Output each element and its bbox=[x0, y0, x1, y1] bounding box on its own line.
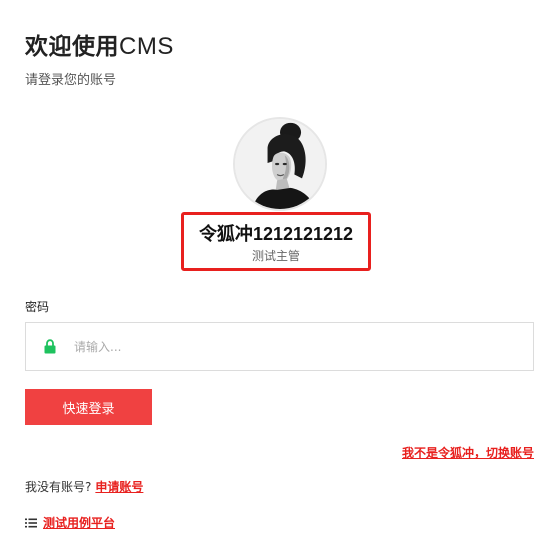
page-subtitle: 请登录您的账号 bbox=[25, 73, 117, 88]
switch-account-link[interactable]: 我不是令狐冲，切换账号 bbox=[402, 444, 534, 461]
current-user-card: 令狐冲1212121212 测试主管 bbox=[181, 212, 371, 271]
quick-login-button[interactable]: 快速登录 bbox=[25, 389, 152, 425]
lock-icon bbox=[44, 339, 56, 354]
platform-row: 测试用例平台 bbox=[25, 514, 115, 531]
user-id-number: 1212121212 bbox=[252, 224, 354, 244]
password-label: 密码 bbox=[25, 300, 50, 314]
register-link[interactable]: 申请账号 bbox=[95, 480, 143, 494]
user-role: 测试主管 bbox=[251, 249, 300, 263]
avatar bbox=[233, 117, 327, 211]
password-input[interactable] bbox=[74, 324, 524, 369]
user-name-cn: 令狐冲 bbox=[198, 224, 253, 245]
register-row: 我没有账号? 申请账号 bbox=[25, 478, 143, 495]
list-icon bbox=[25, 518, 37, 527]
test-case-platform-link[interactable]: 测试用例平台 bbox=[43, 514, 115, 531]
password-field[interactable] bbox=[25, 322, 534, 371]
register-prompt: 我没有账号? bbox=[25, 480, 92, 494]
user-name: 令狐冲1212121212 bbox=[184, 220, 368, 246]
page-title: 欢迎使用CMS bbox=[25, 27, 174, 61]
page-title-cn: 欢迎使用 bbox=[25, 34, 119, 60]
page-title-latin: CMS bbox=[119, 33, 174, 60]
avatar-portrait-image bbox=[235, 119, 325, 209]
